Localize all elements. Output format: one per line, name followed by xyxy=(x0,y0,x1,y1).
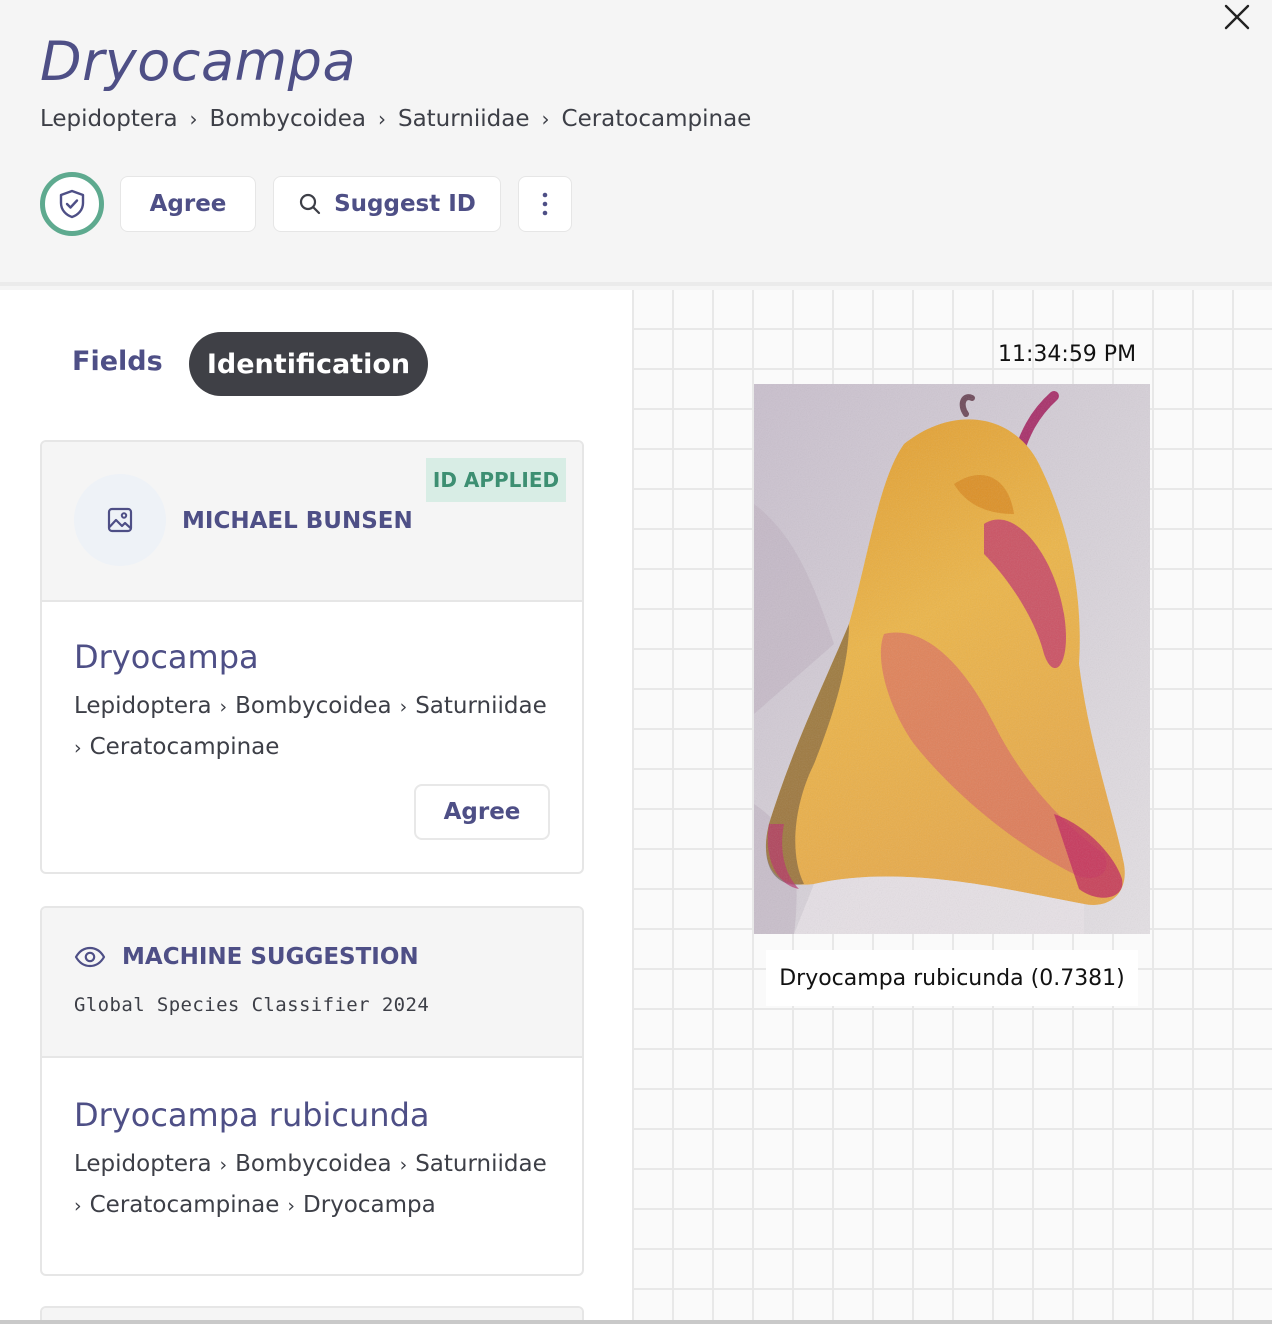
status-badge: ID APPLIED xyxy=(426,458,566,502)
lineage-item[interactable]: Bombycoidea xyxy=(235,693,391,719)
machine-suggestion-body: Dryocampa rubicunda Lepidoptera › Bombycoi… xyxy=(74,1096,564,1226)
taxon-lineage: Lepidoptera › Bombycoidea › Saturniidae › Cer… xyxy=(74,1144,564,1226)
page-title: Dryocampa xyxy=(40,30,357,93)
suggest-id-button[interactable]: Suggest ID xyxy=(273,176,501,232)
lineage-item[interactable]: Ceratocampinae xyxy=(90,734,280,760)
agree-button[interactable]: Agree xyxy=(120,176,256,232)
lineage-item[interactable]: Dryocampa xyxy=(303,1192,436,1218)
breadcrumb-item-order[interactable]: Lepidoptera xyxy=(40,106,178,132)
identification-card: MICHAEL BUNSEN ID APPLIED Dryocampa Lepi… xyxy=(40,440,584,874)
taxon-name[interactable]: Dryocampa rubicunda xyxy=(74,1096,564,1134)
lineage-item[interactable]: Saturniidae xyxy=(415,693,547,719)
identification-card-header: MICHAEL BUNSEN ID APPLIED xyxy=(42,442,582,602)
capture-timestamp: 11:34:59 PM xyxy=(998,342,1137,367)
lineage-item[interactable]: Lepidoptera xyxy=(74,1151,212,1177)
algorithm-name: Global Species Classifier 2024 xyxy=(74,994,430,1016)
search-icon xyxy=(299,193,321,215)
detection-label: Dryocampa rubicunda (0.7381) xyxy=(766,950,1138,1006)
lineage-separator: › xyxy=(287,1195,296,1217)
verified-status xyxy=(40,172,104,236)
moth-image xyxy=(754,384,1150,934)
more-vertical-icon xyxy=(542,192,548,216)
close-button[interactable] xyxy=(1218,0,1256,34)
detail-header: Dryocampa Lepidoptera › Bombycoidea › Sa… xyxy=(0,0,1272,286)
suggest-id-label: Suggest ID xyxy=(334,191,476,217)
machine-suggestion-label: MACHINE SUGGESTION xyxy=(74,944,419,970)
taxon-lineage: Lepidoptera › Bombycoidea › Saturniidae › Cer… xyxy=(74,686,564,768)
machine-suggestion-card: MACHINE SUGGESTION Global Species Classi… xyxy=(40,906,584,1276)
breadcrumb-item-subfamily[interactable]: Ceratocampinae xyxy=(562,106,752,132)
lineage-item[interactable]: Ceratocampinae xyxy=(90,1192,280,1218)
lineage-separator: › xyxy=(74,737,82,759)
agree-button[interactable]: Agree xyxy=(414,784,550,840)
lineage-separator: › xyxy=(219,1154,228,1176)
breadcrumb-item-family[interactable]: Saturniidae xyxy=(398,106,530,132)
eye-icon xyxy=(74,946,106,968)
image-icon xyxy=(107,507,133,533)
breadcrumb-separator: › xyxy=(189,107,198,131)
machine-suggestion-header: MACHINE SUGGESTION Global Species Classi… xyxy=(42,908,582,1058)
breadcrumb: Lepidoptera › Bombycoidea › Saturniidae … xyxy=(40,106,751,132)
breadcrumb-item-superfamily[interactable]: Bombycoidea xyxy=(210,106,366,132)
lineage-item[interactable]: Saturniidae xyxy=(415,1151,547,1177)
detection-panel: 11:34:59 PM Dryocampa rubicunda (0.7381) xyxy=(632,290,1272,1320)
specimen-image[interactable] xyxy=(754,384,1150,934)
lineage-item[interactable]: Lepidoptera xyxy=(74,693,212,719)
shield-check-icon xyxy=(59,189,85,219)
lineage-separator: › xyxy=(74,1195,82,1217)
breadcrumb-separator: › xyxy=(377,107,386,131)
lineage-item[interactable]: Bombycoidea xyxy=(235,1151,391,1177)
scroll-edge xyxy=(0,1320,1272,1324)
tab-fields[interactable]: Fields xyxy=(72,346,163,377)
identifier-name[interactable]: MICHAEL BUNSEN xyxy=(182,508,413,534)
tab-identification[interactable]: Identification xyxy=(189,332,428,396)
lineage-separator: › xyxy=(399,696,408,718)
more-options-button[interactable] xyxy=(518,176,572,232)
identification-panel: Fields Identification MICHAEL BUNSEN ID … xyxy=(0,290,632,1324)
breadcrumb-separator: › xyxy=(541,107,550,131)
close-icon[interactable] xyxy=(1223,3,1251,31)
identification-card-body: Dryocampa Lepidoptera › Bombycoidea › Saturn… xyxy=(74,638,564,768)
taxon-name[interactable]: Dryocampa xyxy=(74,638,564,676)
machine-suggestion-title: MACHINE SUGGESTION xyxy=(122,944,419,970)
lineage-separator: › xyxy=(219,696,228,718)
lineage-separator: › xyxy=(399,1154,408,1176)
avatar xyxy=(74,474,166,566)
